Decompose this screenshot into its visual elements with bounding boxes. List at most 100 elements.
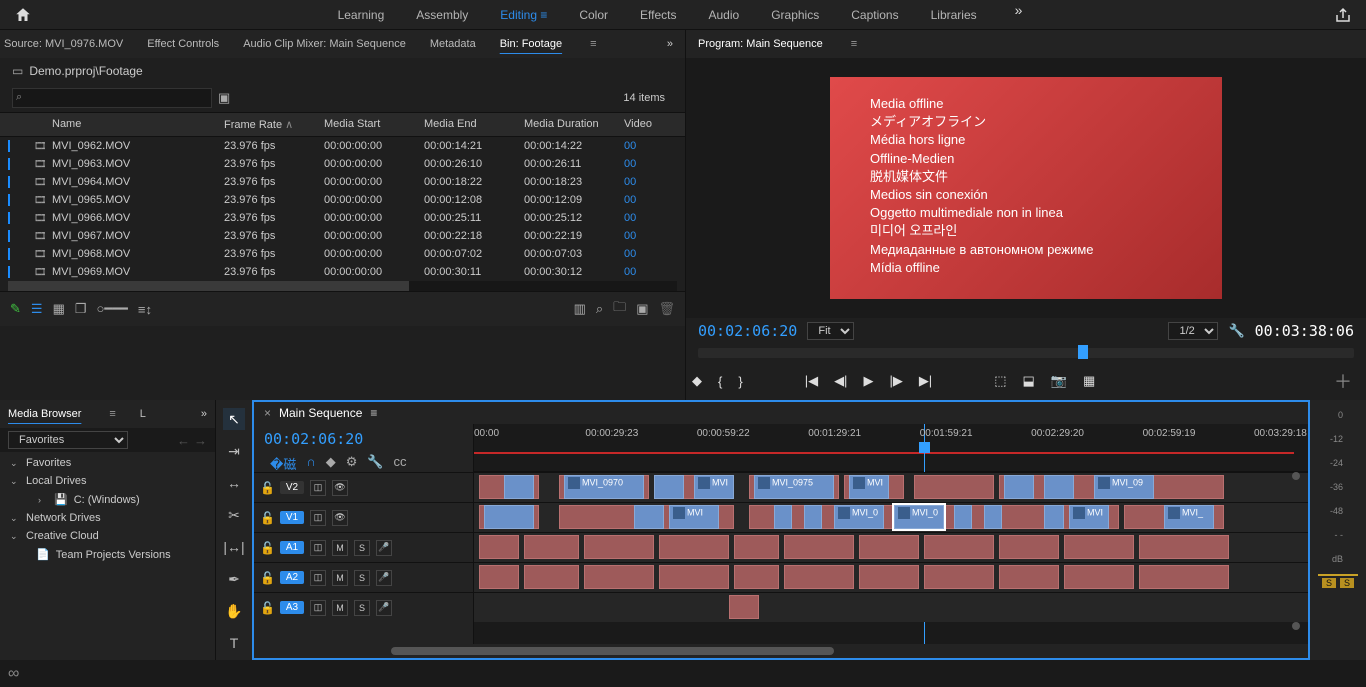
clip-block[interactable] [859,535,919,559]
col-fps[interactable]: Frame Rate ∧ [224,118,324,131]
settings-icon[interactable]: ⚙ [346,454,358,473]
list-view-icon[interactable]: ☰ [31,301,43,317]
track-a1[interactable]: 🔓 A1 ◫ M S 🎤 [254,532,473,562]
v-zoom[interactable] [1290,472,1302,630]
new-item-pen-icon[interactable]: ✎ [10,301,21,317]
track-select-tool-icon[interactable]: ⇥ [223,440,245,462]
track-label-a1[interactable]: A1 [280,541,304,554]
mb-back-icon[interactable]: ← [177,433,190,448]
scrub-head[interactable] [1078,345,1088,359]
solo-s[interactable]: S [354,570,370,586]
track-v1-lane[interactable]: MVIMVI_0MVI_0MVIMVI_ [474,502,1308,532]
new-item-icon[interactable]: ▣ [636,301,648,317]
clip-block[interactable] [479,565,519,589]
work-area-bar[interactable] [474,452,1294,454]
table-row[interactable]: 🎞 MVI_0968.MOV 23.976 fps 00:00:00:00 00… [0,245,685,263]
video-clip[interactable] [984,505,1002,529]
chevron-icon[interactable]: › [38,495,48,505]
video-clip[interactable]: MVI_0975 [754,475,834,499]
tab-audio-mixer[interactable]: Audio Clip Mixer: Main Sequence [243,38,406,50]
comparison-icon[interactable]: ▦ [1083,373,1095,389]
video-clip[interactable] [1044,475,1074,499]
tab-bin-footage[interactable]: Bin: Footage [500,38,562,50]
type-tool-icon[interactable]: T [223,632,245,654]
video-clip[interactable]: MVI_0 [894,505,944,529]
tab-l[interactable]: L [140,408,146,420]
tree-node[interactable]: ⌄Local Drives [4,472,211,490]
track-a1-lane[interactable] [474,532,1308,562]
step-back-icon[interactable]: ◀| [834,373,847,389]
sequence-tab[interactable]: Main Sequence [279,406,362,420]
export-frame-icon[interactable]: 📷 [1051,373,1067,389]
table-row[interactable]: 🎞 MVI_0962.MOV 23.976 fps 00:00:00:00 00… [0,137,685,155]
voice-icon[interactable]: 🎤 [376,570,392,586]
mute-m[interactable]: M [332,570,348,586]
res-select[interactable]: 1/2 [1168,322,1218,340]
row-select[interactable] [8,140,10,152]
marker-icon[interactable]: ◆ [326,454,336,473]
tab-effect-controls[interactable]: Effect Controls [147,38,219,50]
track-v2[interactable]: 🔓 V2 ◫ 👁 [254,472,473,502]
voice-icon[interactable]: 🎤 [376,540,392,556]
program-tc-in[interactable]: 00:02:06:20 [698,322,797,340]
chevron-icon[interactable]: ⌄ [10,458,20,469]
program-canvas[interactable]: Media offlineメディアオフラインMédia hors ligneOf… [686,58,1366,318]
ws-color[interactable]: Color [577,2,610,28]
wrench-icon[interactable]: 🔧 [1228,323,1244,339]
mark-in-icon[interactable]: { [718,374,722,389]
video-clip[interactable]: MVI [669,505,719,529]
col-name[interactable]: Name [52,118,224,131]
chevron-icon[interactable]: ⌄ [10,513,20,524]
clip-block[interactable] [479,535,519,559]
hand-tool-icon[interactable]: ✋ [223,600,245,622]
find-icon[interactable]: ⌕ [596,301,603,317]
row-select[interactable] [8,230,10,242]
ws-assembly[interactable]: Assembly [414,2,470,28]
mb-overflow-icon[interactable]: » [201,408,207,420]
lock-icon[interactable]: 🔓 [260,571,274,585]
sync-lock-icon[interactable]: ◫ [310,600,326,616]
lock-icon[interactable]: 🔓 [260,541,274,555]
clip-block[interactable] [729,595,759,619]
creative-cloud-icon[interactable]: ∞ [8,665,19,683]
program-title[interactable]: Program: Main Sequence [698,38,823,50]
share-icon[interactable] [1334,6,1352,24]
sync-lock-icon[interactable]: ◫ [310,510,326,526]
new-bin-icon[interactable]: 🗀 [613,298,626,320]
clip-block[interactable] [1139,535,1229,559]
col-end[interactable]: Media End [424,118,524,131]
add-marker-icon[interactable]: ◆ [692,373,702,389]
clip-block[interactable] [734,535,779,559]
program-menu-icon[interactable]: ≡ [851,38,857,50]
ws-graphics[interactable]: Graphics [769,2,821,28]
table-row[interactable]: 🎞 MVI_0967.MOV 23.976 fps 00:00:00:00 00… [0,227,685,245]
clip-block[interactable] [999,535,1059,559]
clip-block[interactable] [1064,565,1134,589]
track-a2-lane[interactable] [474,562,1308,592]
tree-node[interactable]: ⌄Network Drives [4,509,211,527]
video-clip[interactable] [504,475,534,499]
lock-icon[interactable]: 🔓 [260,481,274,495]
chevron-icon[interactable]: ⌄ [10,531,20,542]
sort-icon[interactable]: ≡↕ [138,302,152,317]
video-clip[interactable]: MVI_09 [1094,475,1154,499]
row-select[interactable] [8,194,10,206]
goto-in-icon[interactable]: |◀ [805,373,818,389]
video-clip[interactable] [1044,505,1064,529]
clip-block[interactable] [734,565,779,589]
table-row[interactable]: 🎞 MVI_0969.MOV 23.976 fps 00:00:00:00 00… [0,263,685,281]
bin-search-input[interactable] [12,88,212,108]
tab-metadata[interactable]: Metadata [430,38,476,50]
fit-select[interactable]: Fit [807,322,854,340]
col-dur[interactable]: Media Duration [524,118,624,131]
step-fwd-icon[interactable]: |▶ [889,373,902,389]
ws-libraries[interactable]: Libraries [929,2,979,28]
clip-block[interactable] [659,535,729,559]
solo-r[interactable]: S [1340,578,1354,588]
table-row[interactable]: 🎞 MVI_0965.MOV 23.976 fps 00:00:00:00 00… [0,191,685,209]
chevron-icon[interactable]: ⌄ [10,476,20,487]
video-clip[interactable]: MVI_0970 [564,475,644,499]
video-clip[interactable] [634,505,664,529]
video-clip[interactable]: MVI_ [1164,505,1214,529]
home-icon[interactable] [14,6,32,24]
